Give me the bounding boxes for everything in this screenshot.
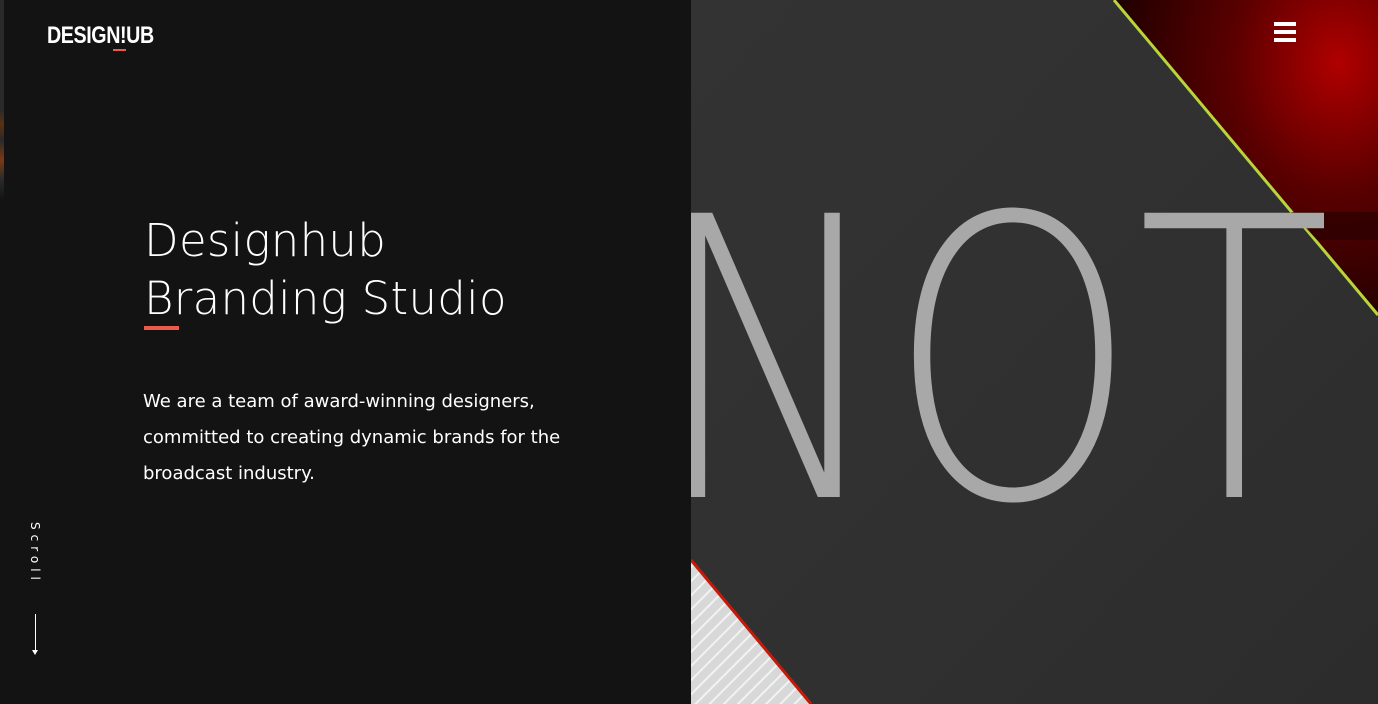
showcase-letters: NOT <box>691 135 1331 589</box>
scroll-indicator[interactable]: Scroll <box>26 522 46 592</box>
showcase-image: NOT <box>691 0 1378 704</box>
menu-bar-top <box>1274 22 1296 26</box>
arrow-down-icon <box>32 650 38 655</box>
menu-bar-bottom <box>1274 38 1296 42</box>
menu-bar-middle <box>1274 30 1296 34</box>
logo-accent-underline <box>113 49 126 51</box>
hero-title-line-1: Designhub <box>144 214 387 267</box>
hero-title-line-2: Branding Studio <box>144 272 507 325</box>
logo[interactable]: DESIGN!UB <box>47 22 177 52</box>
hero-title: Designhub Branding Studio <box>144 212 507 328</box>
hamburger-menu-icon[interactable] <box>1274 22 1298 44</box>
left-edge-image-strip <box>0 0 4 200</box>
scroll-arrow-line <box>35 614 36 652</box>
showcase-graphic: NOT <box>691 0 1378 704</box>
intro-panel <box>0 0 691 704</box>
scroll-label: Scroll <box>28 522 42 585</box>
logo-text: DESIGN!UB <box>47 22 154 49</box>
title-accent-bar <box>144 326 179 330</box>
hero-description: We are a team of award-winning designers… <box>143 391 561 484</box>
